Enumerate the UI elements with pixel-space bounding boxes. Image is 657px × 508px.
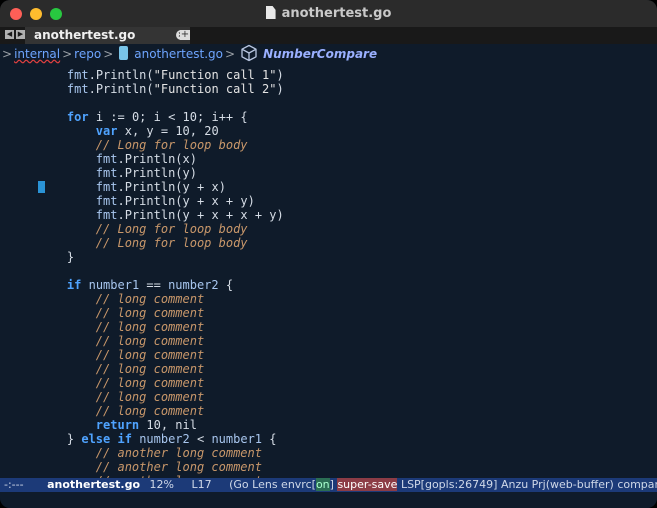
code-line[interactable]: for i := 0; i < 10; i++ {: [38, 110, 248, 124]
code-line[interactable]: fmt.Println(y + x): [38, 180, 226, 194]
code-line[interactable]: var x, y = 10, 20: [38, 124, 219, 138]
code-line[interactable]: // long comment: [38, 390, 204, 404]
code-line[interactable]: // long comment: [38, 404, 204, 418]
code-line[interactable]: // long comment: [38, 292, 204, 306]
new-tab-icon[interactable]: +: [180, 30, 190, 40]
window-title: anothertest.go: [0, 6, 657, 21]
minibuffer[interactable]: [0, 492, 657, 508]
go-file-icon: [119, 46, 129, 60]
mode-line: -:--- anothertest.go 12% L17 (Go Lens en…: [0, 478, 657, 492]
breadcrumb-separator: >: [225, 47, 236, 61]
code-line[interactable]: fmt.Println(x): [38, 152, 197, 166]
tab-label: anothertest.go: [34, 28, 136, 42]
code-line[interactable]: fmt.Println(y + x + x + y): [38, 208, 284, 222]
super-save-indicator: super-save: [337, 478, 398, 491]
code-line[interactable]: // another long comment: [38, 446, 262, 460]
document-icon: [265, 6, 276, 19]
code-line[interactable]: return 10, nil: [38, 418, 197, 432]
code-line[interactable]: // another long comment: [38, 460, 262, 474]
code-line[interactable]: } else if number2 < number1 {: [38, 432, 277, 446]
tab-scroll-right-icon[interactable]: ▶: [16, 30, 25, 39]
breadcrumb-separator: >: [2, 47, 13, 61]
code-line[interactable]: fmt.Println("Function call 2"): [38, 82, 284, 96]
code-line[interactable]: // long comment: [38, 334, 204, 348]
breadcrumb-item-internal[interactable]: internal: [14, 47, 60, 61]
modeline-modes-end: LSP[gopls:26749] Anzu Prj(web-buffer) co…: [400, 478, 657, 491]
code-line[interactable]: // long comment: [38, 362, 204, 376]
code-editor[interactable]: fmt.Println("Function call 1") fmt.Print…: [0, 66, 657, 478]
function-cube-icon: [241, 44, 257, 62]
modeline-line-number: L17: [191, 478, 212, 491]
code-line[interactable]: // Long for loop body: [38, 222, 248, 236]
tab-scroll-left-icon[interactable]: ◀: [5, 30, 14, 39]
code-line[interactable]: }: [38, 250, 74, 264]
breadcrumb-function[interactable]: NumberCompare: [263, 47, 377, 61]
code-line[interactable]: // long comment: [38, 306, 204, 320]
code-line[interactable]: fmt.Println("Function call 1"): [38, 68, 284, 82]
window-title-text: anothertest.go: [281, 6, 392, 21]
tab-bar: ◀ ▶ anothertest.go × +: [0, 27, 657, 44]
code-line[interactable]: // long comment: [38, 376, 204, 390]
breadcrumb-item-file[interactable]: anothertest.go: [134, 47, 223, 61]
modeline-percent: 12%: [149, 478, 174, 491]
title-bar: anothertest.go: [0, 0, 657, 27]
tab-anothertest-go[interactable]: anothertest.go ×: [25, 27, 190, 44]
breadcrumb-separator: >: [103, 47, 114, 61]
envrc-status: on: [315, 478, 330, 491]
editor-window: anothertest.go ◀ ▶ anothertest.go × + >i…: [0, 0, 657, 508]
breadcrumb-separator: >: [62, 47, 73, 61]
code-line[interactable]: fmt.Println(y + x + y): [38, 194, 255, 208]
code-line[interactable]: // long comment: [38, 320, 204, 334]
breadcrumb: > internal > repo > anothertest.go > NumberComp…: [0, 44, 657, 65]
modeline-modes-start: (Go Lens envrc[: [229, 478, 316, 491]
modeline-modes-mid: ]: [329, 478, 334, 491]
breadcrumb-item-repo[interactable]: repo: [74, 47, 101, 61]
code-line[interactable]: // long comment: [38, 348, 204, 362]
modeline-buffer-name: anothertest.go: [47, 478, 141, 491]
code-line[interactable]: fmt.Println(y): [38, 166, 197, 180]
code-line[interactable]: // Long for loop body: [38, 236, 248, 250]
code-line[interactable]: // Long for loop body: [38, 138, 248, 152]
code-line[interactable]: if number1 == number2 {: [38, 278, 233, 292]
buffer-state: -:---: [4, 478, 24, 491]
